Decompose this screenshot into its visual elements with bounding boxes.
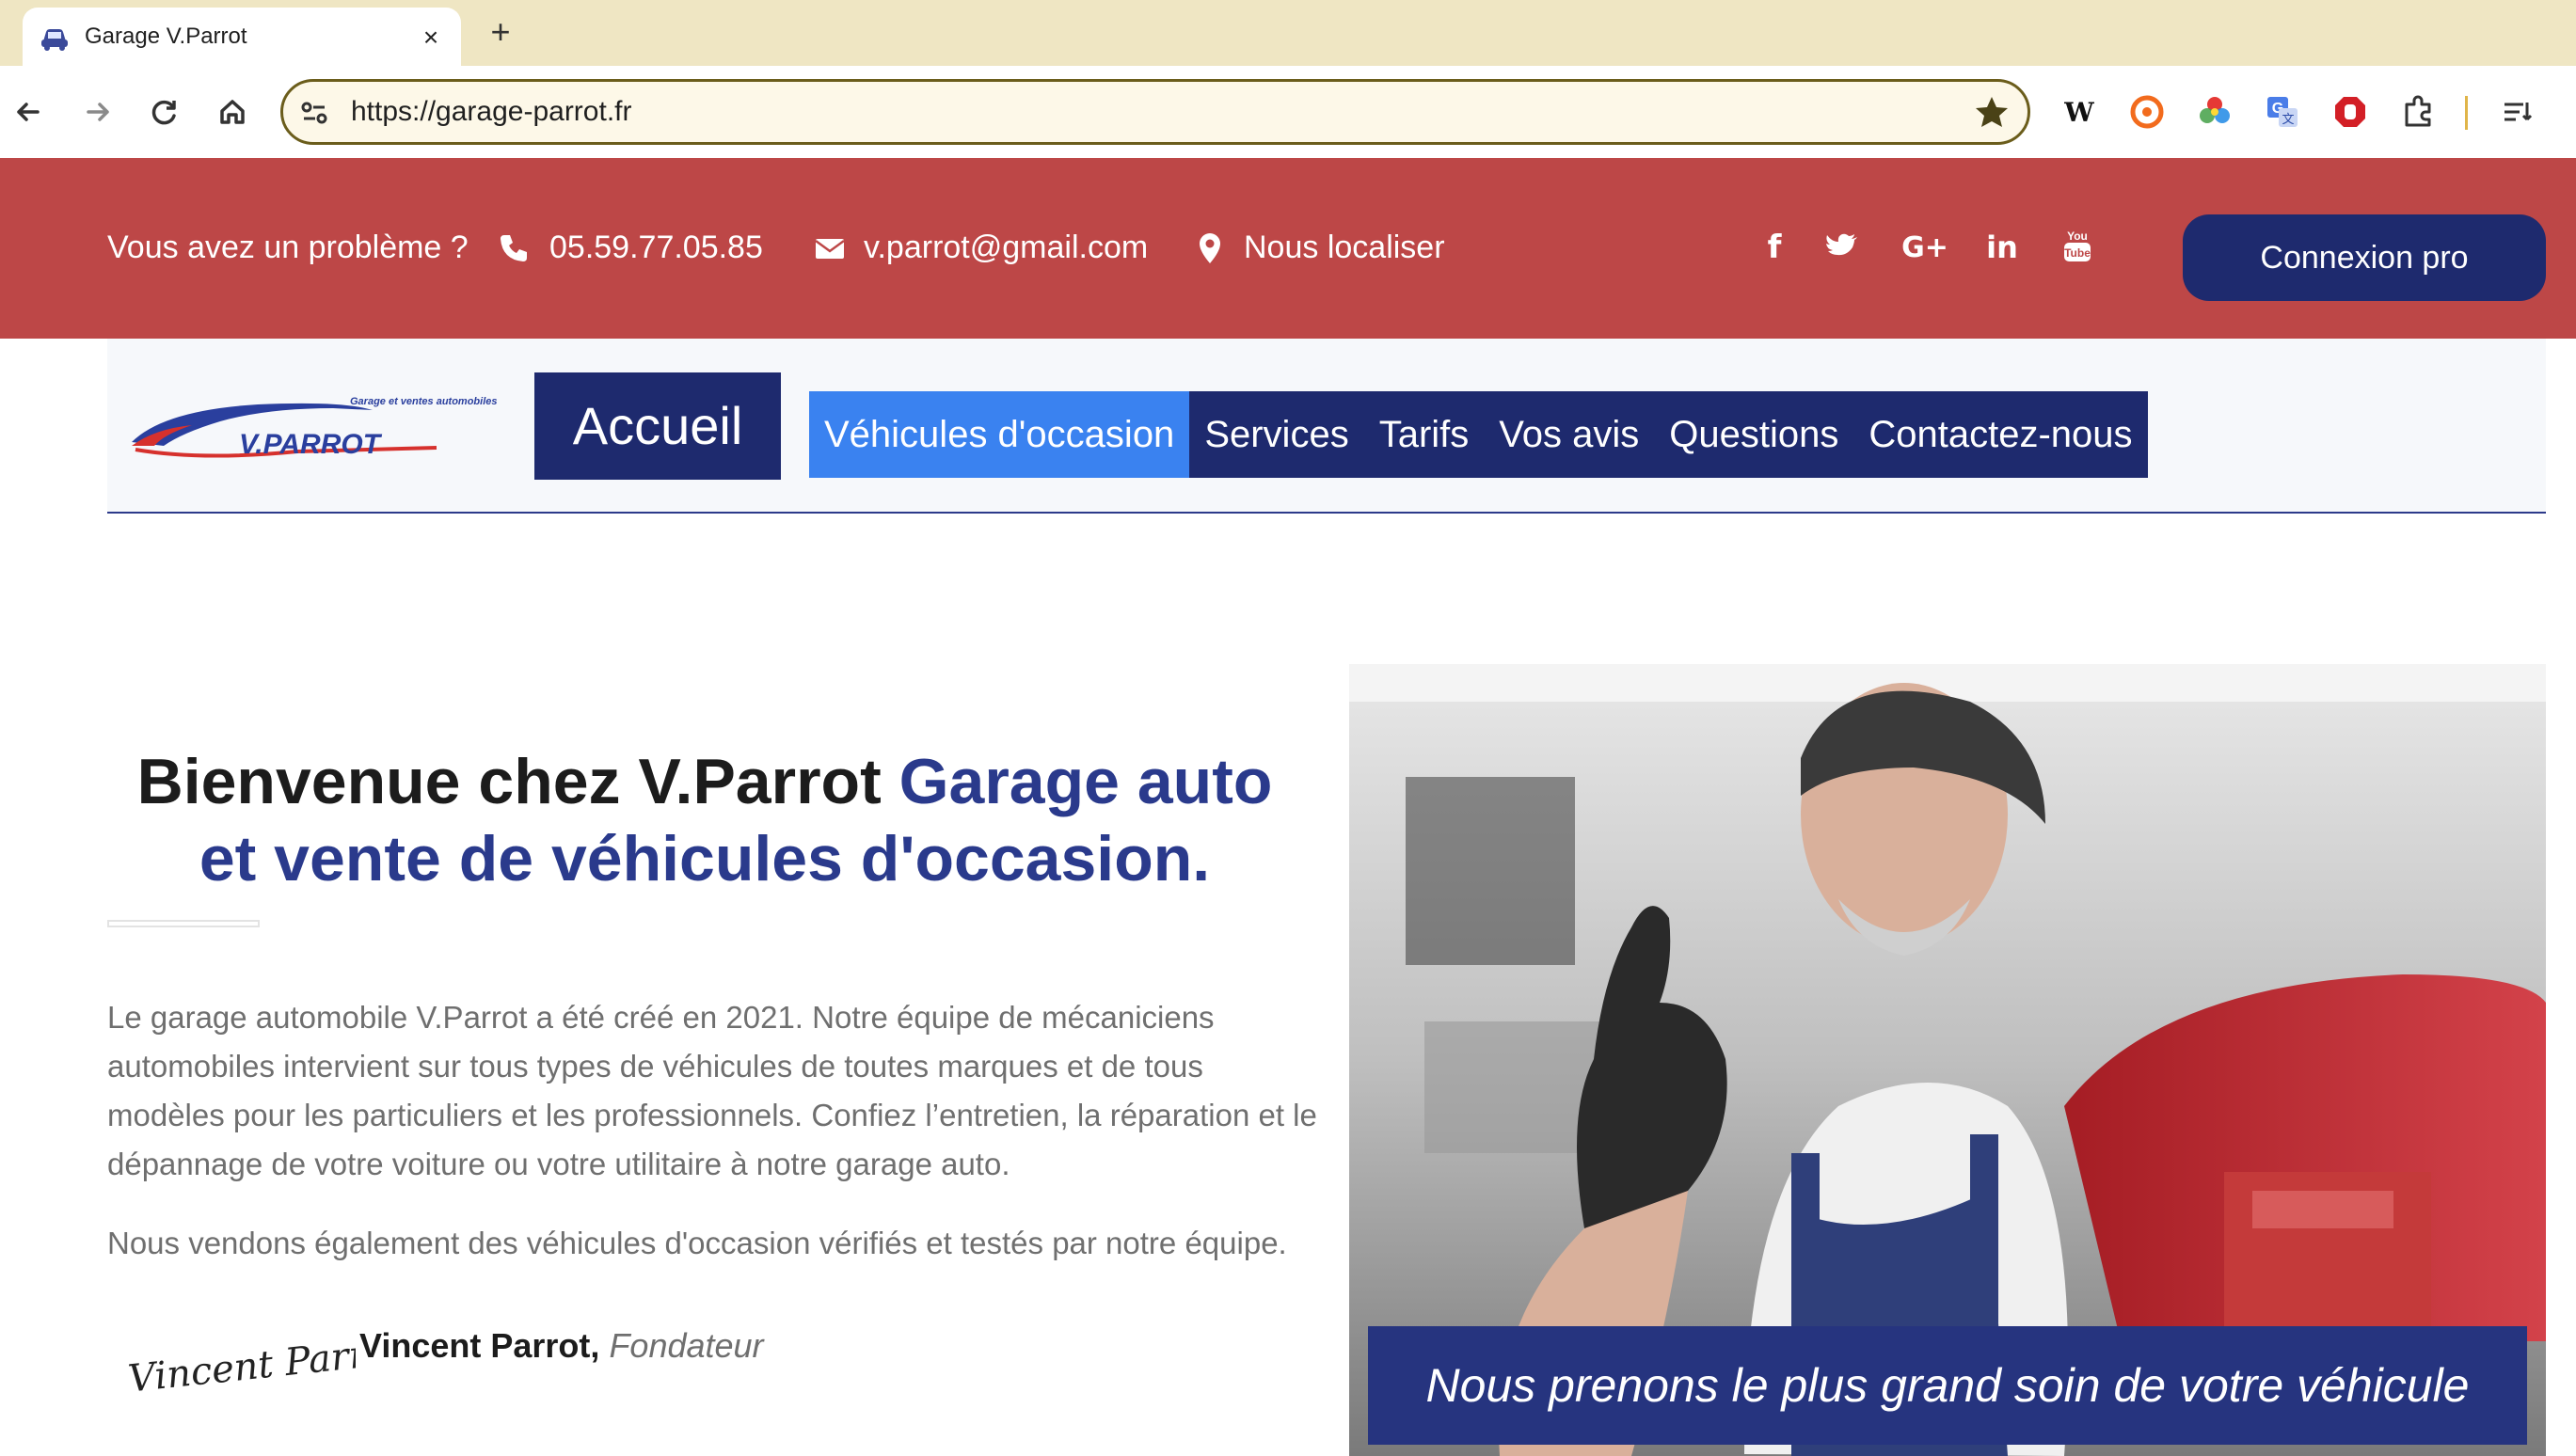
browser-tabstrip: Garage V.Parrot × + xyxy=(0,0,2576,68)
svg-text:G+: G+ xyxy=(1901,231,1948,264)
envelope-icon xyxy=(815,239,845,259)
svg-text:文: 文 xyxy=(2282,112,2294,126)
main-navigation: Garage et ventes automobiles V.PARROT Ac… xyxy=(107,339,2546,514)
svg-text:Vincent Parrot: Vincent Parrot xyxy=(126,1329,356,1401)
hero-image: Nous prenons le plus grand soin de votre… xyxy=(1349,664,2546,1456)
new-tab-button[interactable]: + xyxy=(482,11,519,53)
svg-text:Tube: Tube xyxy=(2064,246,2091,260)
login-pro-button[interactable]: Connexion pro xyxy=(2183,214,2546,301)
color-picker-extension-icon[interactable] xyxy=(2196,93,2234,131)
extensions-icon[interactable] xyxy=(2399,93,2437,131)
nav-item-reviews[interactable]: Vos avis xyxy=(1484,391,1654,478)
twitter-icon[interactable] xyxy=(1823,228,1861,265)
map-pin-icon xyxy=(1200,233,1220,263)
toolbar-divider xyxy=(2465,96,2468,130)
logo-tagline: Garage et ventes automobiles xyxy=(350,396,498,407)
facebook-icon[interactable]: f xyxy=(1756,228,1793,265)
logo-brand: V.PARROT xyxy=(239,429,383,460)
reading-list-icon[interactable] xyxy=(2499,93,2536,131)
nav-item-used-vehicles[interactable]: Véhicules d'occasion xyxy=(809,391,1190,478)
car-favicon-icon xyxy=(41,29,68,51)
founder-role: Fondateur xyxy=(609,1326,764,1365)
home-nav-button[interactable]: Accueil xyxy=(534,372,781,480)
heading-dark: Bienvenue chez V.Parrot xyxy=(136,746,899,817)
email-link[interactable]: v.parrot@gmail.com xyxy=(864,229,1148,266)
sales-paragraph: Nous vendons également des véhicules d'o… xyxy=(107,1226,1287,1260)
nav-item-services[interactable]: Services xyxy=(1189,391,1363,478)
google-plus-icon[interactable]: G+ xyxy=(1899,228,1951,265)
nav-item-rates[interactable]: Tarifs xyxy=(1364,391,1485,478)
translate-extension-icon[interactable]: G文 xyxy=(2264,93,2301,131)
heading-divider xyxy=(107,920,260,927)
locate-link[interactable]: Nous localiser xyxy=(1244,229,1445,266)
svg-text:f: f xyxy=(1768,229,1783,265)
hero-caption: Nous prenons le plus grand soin de votre… xyxy=(1368,1326,2527,1445)
svg-text:in: in xyxy=(1986,229,2018,265)
garage-logo[interactable]: Garage et ventes automobiles V.PARROT xyxy=(126,384,549,470)
forward-icon[interactable] xyxy=(73,88,120,135)
youtube-icon[interactable]: You Tube xyxy=(2059,228,2096,265)
adblock-extension-icon[interactable] xyxy=(2331,93,2369,131)
tab-close-icon[interactable]: × xyxy=(416,23,446,53)
linkedin-icon[interactable]: in xyxy=(1983,228,2021,265)
nav-item-questions[interactable]: Questions xyxy=(1654,391,1853,478)
tab-title: Garage V.Parrot xyxy=(85,24,247,49)
reload-icon[interactable] xyxy=(141,88,188,135)
wikipedia-extension-icon[interactable]: W xyxy=(2060,93,2098,131)
address-bar[interactable]: https://garage-parrot.fr xyxy=(280,79,2030,145)
phone-link[interactable]: 05.59.77.05.85 xyxy=(549,229,763,266)
orange-extension-icon[interactable] xyxy=(2128,93,2166,131)
nav-menu: Véhicules d'occasion Services Tarifs Vos… xyxy=(809,391,2148,478)
bookmark-star-icon[interactable] xyxy=(1973,93,2011,131)
founder-signature: Vincent Parrot xyxy=(126,1329,356,1401)
svg-text:W: W xyxy=(2063,97,2094,128)
founder-credit: Vincent Parrot, Fondateur xyxy=(359,1326,764,1366)
url-text[interactable]: https://garage-parrot.fr xyxy=(351,96,631,128)
welcome-heading: Bienvenue chez V.Parrot Garage auto et v… xyxy=(107,743,1302,897)
svg-text:You: You xyxy=(2067,229,2088,243)
site-info-icon[interactable] xyxy=(296,95,332,131)
problem-text: Vous avez un problème ? xyxy=(107,229,469,265)
phone-icon xyxy=(501,235,527,261)
intro-paragraph: Le garage automobile V.Parrot a été créé… xyxy=(107,1000,1317,1181)
home-icon[interactable] xyxy=(209,88,256,135)
browser-tab[interactable]: Garage V.Parrot × xyxy=(23,8,461,68)
back-icon[interactable] xyxy=(6,88,53,135)
contact-topbar: Vous avez un problème ? 05.59.77.05.85 v… xyxy=(0,158,2576,339)
founder-name: Vincent Parrot, xyxy=(359,1326,600,1365)
browser-toolbar: https://garage-parrot.fr W G文 xyxy=(0,66,2576,158)
nav-item-contact[interactable]: Contactez-nous xyxy=(1853,391,2147,478)
